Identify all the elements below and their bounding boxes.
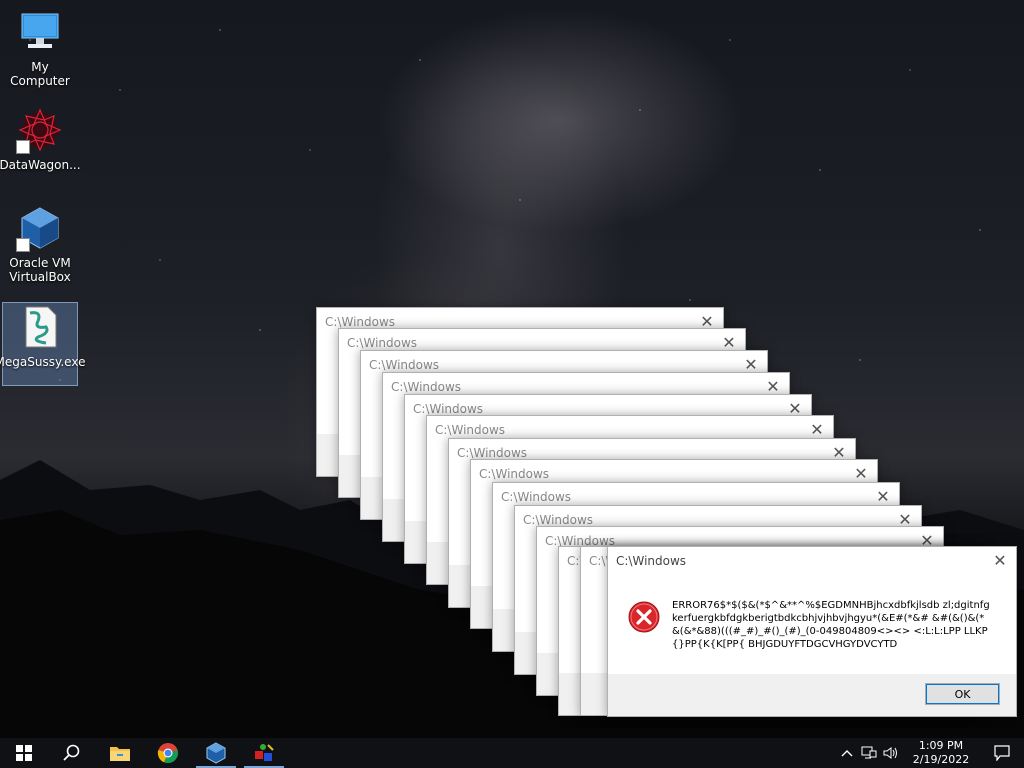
close-icon[interactable]: ✕ (743, 357, 759, 373)
dialog-title: C:\Windows (325, 315, 396, 329)
shortcut-arrow-icon (16, 140, 30, 154)
ok-button[interactable]: OK (925, 683, 1000, 705)
taskbar-virtualbox[interactable] (192, 738, 240, 768)
chrome-icon (157, 743, 178, 764)
search-icon (63, 744, 80, 761)
close-icon[interactable]: ✕ (721, 335, 737, 351)
notification-icon (994, 745, 1010, 761)
clock-date: 2/19/2022 (912, 753, 970, 766)
chevron-up-icon[interactable] (836, 738, 858, 768)
dialog-title: C:\Windows (457, 446, 528, 460)
desktop-icon-my-computer[interactable]: My Computer (2, 8, 78, 88)
dialog-title: C:\Windows (479, 467, 550, 481)
notification-button[interactable] (980, 738, 1024, 768)
close-icon[interactable]: ✕ (809, 422, 825, 438)
dialog-title: C:\Windows (347, 336, 418, 350)
datawagon-icon (16, 106, 64, 154)
virtualbox-icon (16, 204, 64, 252)
desktop-icon-megasussy[interactable]: MegaSussy.exe (0, 302, 85, 386)
taskbar-file-explorer[interactable] (96, 738, 144, 768)
start-button[interactable] (0, 738, 48, 768)
close-icon[interactable]: ✕ (992, 553, 1008, 569)
close-icon[interactable]: ✕ (853, 466, 869, 482)
desktop-icon-label: Oracle VM VirtualBox (9, 256, 71, 284)
error-dialog-main[interactable]: C:\Windows ✕ ERROR76$*$($&(*$^&**^%$EGDM… (607, 546, 1017, 717)
script-file-icon (16, 303, 64, 351)
desktop-icon-label: My Computer (10, 60, 70, 88)
desktop-icon-label: DataWagon... (0, 158, 81, 172)
error-icon (628, 601, 660, 633)
search-button[interactable] (48, 738, 96, 768)
desktop-icon-label: MegaSussy.exe (0, 355, 86, 369)
volume-icon[interactable] (880, 738, 902, 768)
clock-time: 1:09 PM (918, 739, 964, 752)
dialog-title: C:\Windows (435, 423, 506, 437)
taskbar: 1:09 PM 2/19/2022 (0, 738, 1024, 768)
desktop-icon-virtualbox[interactable]: Oracle VM VirtualBox (2, 204, 78, 284)
dialog-title: C:\Windows (501, 490, 572, 504)
dialog-title: C:\Windows (391, 380, 462, 394)
file-explorer-icon (110, 747, 130, 761)
error-message: ERROR76$*$($&(*$^&**^%$EGDMNHBjhcxdbfkjl… (672, 600, 990, 650)
taskbar-paint[interactable] (240, 738, 288, 768)
paint-icon (255, 744, 274, 761)
monitor-icon (16, 8, 64, 56)
close-icon[interactable]: ✕ (875, 489, 891, 505)
virtualbox-icon (206, 742, 226, 764)
close-icon[interactable]: ✕ (765, 379, 781, 395)
dialog-title: C:\Windows (413, 402, 484, 416)
dialog-title: C:\Windows (523, 513, 594, 527)
dialog-title: C:\Windows (616, 554, 687, 568)
system-tray: 1:09 PM 2/19/2022 (836, 738, 1024, 768)
shortcut-arrow-icon (16, 238, 30, 252)
network-icon[interactable] (858, 738, 880, 768)
desktop-icon-datawagon[interactable]: DataWagon... (0, 106, 81, 172)
start-icon (16, 745, 32, 761)
dialog-title: C:\Windows (369, 358, 440, 372)
taskbar-chrome[interactable] (144, 738, 192, 768)
taskbar-clock[interactable]: 1:09 PM 2/19/2022 (902, 739, 980, 767)
